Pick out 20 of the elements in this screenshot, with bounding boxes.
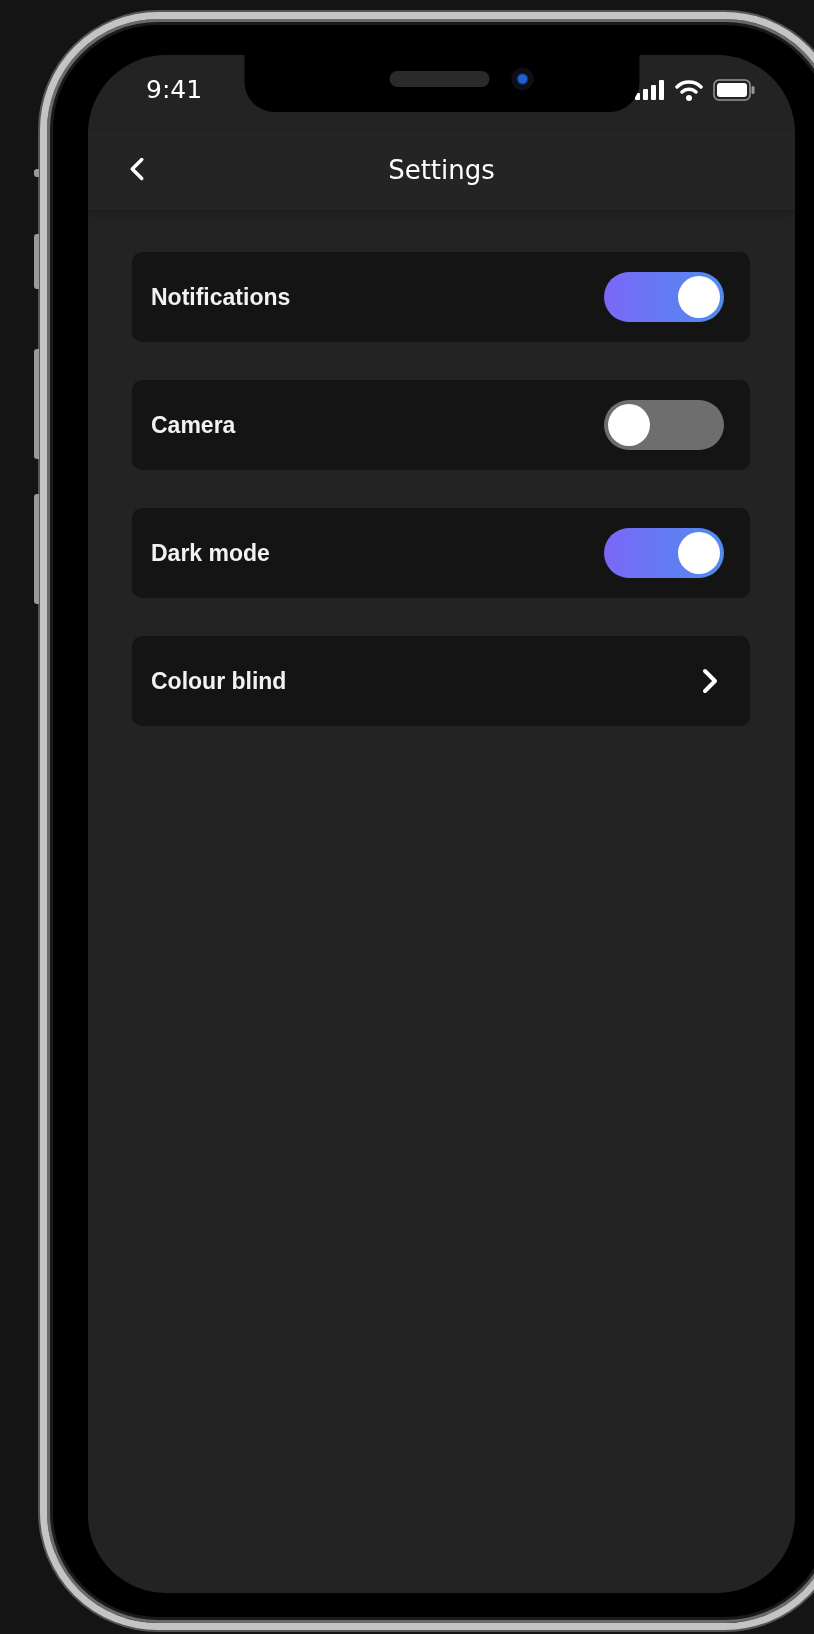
- toggle-switch[interactable]: [604, 400, 724, 450]
- wifi-icon: [675, 78, 703, 101]
- toggle-thumb: [678, 276, 720, 318]
- setting-label: Dark mode: [151, 539, 270, 567]
- page-title: Settings: [388, 155, 495, 185]
- toggle-switch[interactable]: [604, 272, 724, 322]
- setting-label: Camera: [151, 411, 236, 439]
- battery-icon: [713, 78, 755, 101]
- settings-row[interactable]: Dark mode: [132, 508, 750, 598]
- settings-row[interactable]: Colour blind: [132, 636, 750, 726]
- toggle-switch[interactable]: [604, 528, 724, 578]
- settings-row[interactable]: Notifications: [132, 252, 750, 342]
- toggle-thumb: [678, 532, 720, 574]
- camera-lens: [511, 67, 534, 90]
- setting-label: Notifications: [151, 283, 291, 311]
- status-time: 9:41: [146, 75, 203, 104]
- setting-label: Colour blind: [151, 667, 287, 695]
- signal-icon: [635, 79, 665, 100]
- settings-row[interactable]: Camera: [132, 380, 750, 470]
- toggle-thumb: [608, 404, 650, 446]
